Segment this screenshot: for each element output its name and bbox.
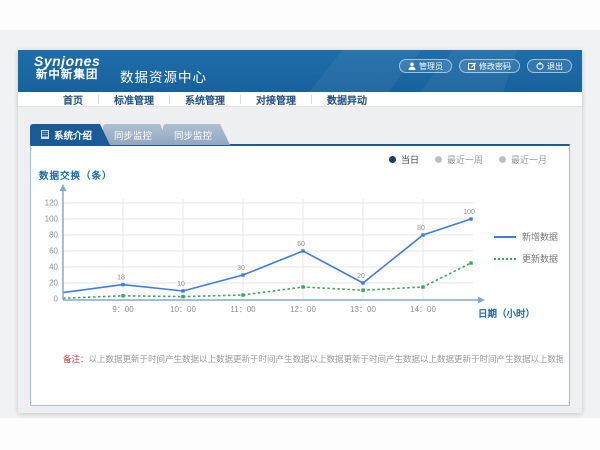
main-nav: 首页 标准管理 系统管理 对接管理 数据异动	[18, 92, 582, 107]
svg-text:60: 60	[49, 247, 58, 256]
screenshot-stage: Synjones 新中新集团 数据资源中心 管理员 修改密码 退出	[0, 0, 600, 450]
range-option-label: 最近一周	[447, 153, 483, 166]
svg-text:80: 80	[417, 225, 425, 232]
nav-item-interface-mgmt[interactable]: 对接管理	[241, 92, 311, 107]
logo-wordmark: Synjones	[34, 54, 100, 69]
series-legend: 新增数据 更新数据	[494, 230, 558, 265]
line-chart: 0 20 40 60 80 100 120 9：00 10：00 11：00 12：00 13：00 1…	[41, 182, 491, 330]
tab-label: 同步监控	[114, 128, 152, 142]
svg-text:60: 60	[297, 241, 305, 248]
logout-button[interactable]: 退出	[527, 59, 572, 73]
range-option-last-week[interactable]: 最近一周	[435, 153, 483, 166]
y-axis-title: 数据交换（条）	[39, 168, 113, 182]
change-password-button[interactable]: 修改密码	[459, 59, 520, 73]
nav-item-system-mgmt[interactable]: 系统管理	[170, 92, 240, 107]
top-header: Synjones 新中新集团 数据资源中心 管理员 修改密码 退出	[18, 50, 582, 92]
logout-label: 退出	[547, 61, 563, 72]
tab-label: 系统介绍	[54, 128, 92, 142]
svg-text:100: 100	[45, 215, 59, 224]
app-window: Synjones 新中新集团 数据资源中心 管理员 修改密码 退出	[18, 50, 582, 413]
radio-dot-icon	[499, 156, 506, 163]
legend-label: 更新数据	[522, 252, 558, 265]
range-option-label: 最近一月	[511, 153, 547, 166]
legend-label: 新增数据	[522, 230, 558, 243]
svg-text:40: 40	[49, 263, 58, 272]
svg-text:100: 100	[463, 209, 475, 216]
user-icon	[408, 62, 416, 70]
svg-text:30: 30	[237, 265, 245, 272]
document-icon	[41, 130, 49, 139]
nav-item-standard-mgmt[interactable]: 标准管理	[99, 92, 169, 107]
svg-text:0: 0	[54, 295, 59, 304]
company-logo: Synjones 新中新集团	[34, 54, 100, 82]
time-range-options: 当日 最近一周 最近一月	[389, 153, 547, 166]
svg-text:9：00: 9：00	[112, 305, 134, 314]
svg-text:20: 20	[357, 273, 365, 280]
footnote: 备注：以上数据更新于时间产生数据以上数据更新于时间产生数据以上数据更新于时间产生…	[63, 354, 563, 365]
radio-dot-icon	[389, 156, 396, 163]
radio-dot-icon	[435, 156, 442, 163]
nav-item-home[interactable]: 首页	[48, 92, 98, 107]
tab-bar: 系统介绍 同步监控 同步监控	[30, 124, 223, 145]
current-user-button[interactable]: 管理员	[399, 59, 452, 73]
footnote-prefix: 备注：	[63, 354, 89, 364]
nav-item-data-change[interactable]: 数据异动	[312, 92, 382, 107]
tab-sync-monitor-2[interactable]: 同步监控	[163, 124, 230, 145]
legend-item-updated-data: 更新数据	[494, 252, 558, 265]
logo-group-name: 新中新集团	[34, 69, 100, 82]
range-option-last-month[interactable]: 最近一月	[499, 153, 547, 166]
current-user-label: 管理员	[419, 61, 443, 72]
tab-sync-monitor-1[interactable]: 同步监控	[103, 124, 170, 145]
svg-text:13：00: 13：00	[350, 305, 376, 314]
change-password-label: 修改密码	[479, 61, 511, 72]
line-swatch-solid	[494, 236, 516, 238]
user-actions: 管理员 修改密码 退出	[399, 59, 572, 73]
svg-text:11：00: 11：00	[230, 305, 256, 314]
range-option-today[interactable]: 当日	[389, 153, 419, 166]
line-swatch-dotted	[494, 258, 516, 260]
power-icon	[536, 62, 544, 70]
svg-text:10：00: 10：00	[170, 305, 196, 314]
svg-text:10: 10	[177, 281, 185, 288]
svg-text:120: 120	[45, 199, 59, 208]
svg-text:14：00: 14：00	[410, 305, 436, 314]
tab-label: 同步监控	[174, 128, 212, 142]
footnote-text: 以上数据更新于时间产生数据以上数据更新于时间产生数据以上数据更新于时间产生数据以…	[89, 354, 563, 364]
tab-system-intro[interactable]: 系统介绍	[30, 124, 110, 145]
svg-text:18: 18	[117, 275, 125, 282]
x-axis-title: 日期（小时）	[478, 306, 535, 320]
svg-text:20: 20	[49, 279, 58, 288]
legend-item-new-data: 新增数据	[494, 230, 558, 243]
content-area: 系统介绍 同步监控 同步监控 当日 最近一周	[18, 107, 582, 413]
edit-icon	[468, 62, 476, 70]
page-title: 数据资源中心	[120, 66, 207, 86]
svg-text:80: 80	[49, 231, 58, 240]
chart-panel: 当日 最近一周 最近一月 数据交换（条） 0 20 40 60 80 100 120 9：00…	[30, 144, 570, 406]
svg-text:12：00: 12：00	[290, 305, 316, 314]
range-option-label: 当日	[401, 153, 419, 166]
